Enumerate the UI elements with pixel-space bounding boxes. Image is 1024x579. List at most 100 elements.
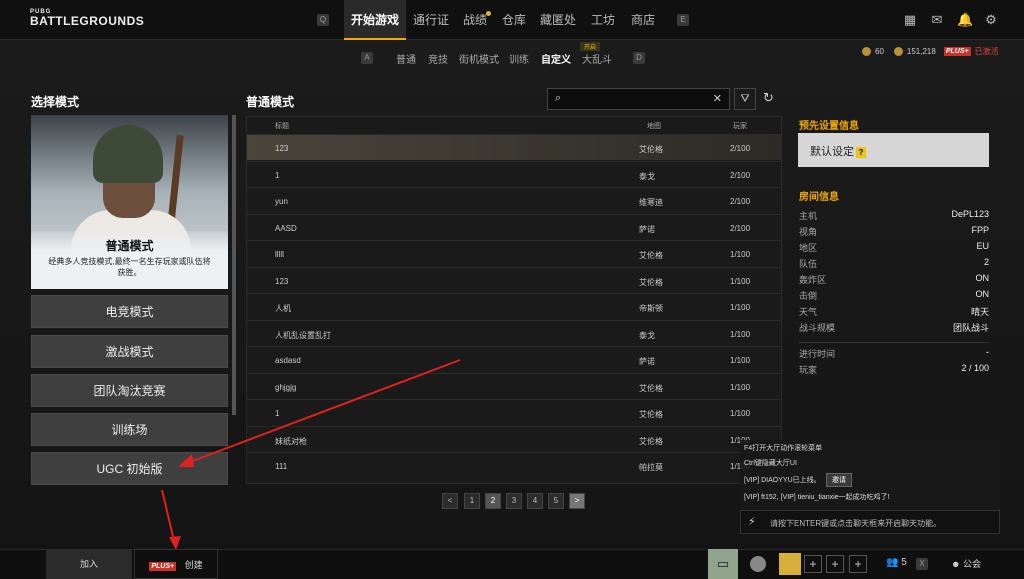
cell-players: 1/100 <box>730 409 751 418</box>
table-row[interactable]: 人机 帝斯顿 1/100 <box>247 293 781 319</box>
mode-esports[interactable]: 电竞模式 <box>31 295 228 328</box>
table-row[interactable]: yun 维寒迪 2/100 <box>247 187 781 213</box>
currency-bar: 60 151,218 PLUS+ 已激活 <box>862 46 999 57</box>
cell-players: 2/100 <box>730 170 751 180</box>
nav-workshop[interactable]: 工坊 <box>588 0 618 40</box>
cell-title: lllll <box>275 250 284 259</box>
add-slot-button[interactable]: + <box>826 555 844 573</box>
info-key: 进行时间 <box>799 349 836 359</box>
plus-status: 已激活 <box>974 47 999 56</box>
invite-button[interactable]: 邀请 <box>826 473 852 487</box>
table-row[interactable]: asdasd 萨诺 1/100 <box>247 346 781 372</box>
info-value: 团队战斗 <box>952 323 989 333</box>
hero-card[interactable]: 普通模式 经典多人竞技模式,最终一名生存玩家或队伍将获胜。 <box>31 115 228 289</box>
create-button[interactable]: PLUS+ 创建 <box>134 549 218 579</box>
users-icon: 👥 <box>886 557 899 568</box>
tab-arcade[interactable]: 街机模式 <box>459 51 499 66</box>
page-1[interactable]: 1 <box>464 493 480 509</box>
nav-store[interactable]: 商店 <box>628 0 658 40</box>
nav-start-game[interactable]: 开始游戏 <box>344 0 406 40</box>
chat-line: F4打开大厅动作滚轮菜单 <box>744 445 823 452</box>
tab-brawl[interactable]: 大乱斗 <box>582 51 612 66</box>
cell-map: 泰戈 <box>639 171 655 181</box>
refresh-icon[interactable]: ↻ <box>763 90 774 106</box>
chat-input[interactable]: ⚡ 请按下ENTER键或点击聊天框来开启聊天功能。 <box>740 510 1000 534</box>
nav-stats[interactable]: 战绩 <box>460 0 490 40</box>
arrow-head <box>169 536 181 550</box>
create-label: 创建 <box>184 560 203 570</box>
coin-icon <box>862 47 871 56</box>
nav-stash[interactable]: 藏匿处 <box>538 0 578 40</box>
table-row[interactable]: 1 艾伦格 1/100 <box>247 399 781 425</box>
tab-training[interactable]: 训练 <box>509 51 529 66</box>
info-value: FPP <box>971 225 989 235</box>
cell-map: 艾伦格 <box>639 277 663 287</box>
table-row[interactable]: lllll 艾伦格 1/100 <box>247 240 781 266</box>
cell-map: 艾伦格 <box>639 145 663 154</box>
bp-amount: 151,218 <box>906 47 936 56</box>
chat-placeholder: 请按下ENTER键或点击聊天框来开启聊天功能。 <box>770 519 942 528</box>
table-row[interactable]: 123 艾伦格 1/100 <box>247 266 781 293</box>
friend-avatar[interactable] <box>779 553 801 575</box>
cell-title: 1 <box>275 409 280 418</box>
cell-title: 人机 <box>275 304 291 313</box>
cell-title: 妹纸对枪 <box>275 436 307 446</box>
room-info-title: 房间信息 <box>799 192 839 203</box>
table-row[interactable]: ghjgjg 艾伦格 1/100 <box>247 372 781 399</box>
preset-box[interactable]: 默认设定? <box>798 133 989 167</box>
page-3[interactable]: 3 <box>506 493 522 509</box>
join-button[interactable]: 加入 <box>46 549 132 579</box>
left-scrollbar[interactable] <box>232 115 236 415</box>
info-value: - <box>986 347 989 357</box>
preset-value: 默认设定 <box>810 146 854 158</box>
table-row[interactable]: 人机乱设置乱打 泰戈 1/100 <box>247 319 781 346</box>
grid-icon[interactable]: ▦ <box>903 13 917 27</box>
cell-players: 1/100 <box>730 303 751 312</box>
nav-inventory[interactable]: 仓库 <box>500 0 528 40</box>
new-badge: 开启 <box>580 42 601 51</box>
bell-icon[interactable]: 🔔 <box>957 13 973 27</box>
search-input[interactable] <box>570 91 710 107</box>
tab-custom[interactable]: 自定义 <box>541 51 571 66</box>
table-row[interactable]: 1 泰戈 2/100 <box>247 160 781 187</box>
add-slot-button[interactable]: + <box>804 555 822 573</box>
cell-title: AASD <box>275 223 297 233</box>
table-row[interactable]: AASD 萨诺 2/100 <box>247 213 781 240</box>
tab-ranked[interactable]: 竞技 <box>428 51 448 66</box>
guild-button[interactable]: ☻ 公会 <box>951 557 981 570</box>
cell-players: 2/100 <box>730 223 751 233</box>
cell-players: 1/100 <box>730 329 751 339</box>
nav-pass[interactable]: 通行证 <box>410 0 452 40</box>
filter-icon: ⛛ <box>740 93 750 105</box>
friends-button[interactable]: 👥 5 <box>886 557 907 568</box>
table-row[interactable]: 111帕拉莫1/100 <box>247 452 781 478</box>
info-value: 2 / 100 <box>961 363 989 373</box>
guild-icon: ☻ <box>951 559 961 569</box>
gear-icon[interactable]: ⚙ <box>984 13 998 27</box>
tab-normal[interactable]: 普通 <box>396 51 416 66</box>
next-page-button[interactable]: > <box>569 493 585 509</box>
cell-players: 1/100 <box>730 276 751 286</box>
clear-icon[interactable]: ✕ <box>713 92 722 105</box>
mail-icon[interactable]: ✉ <box>930 13 944 27</box>
avatar[interactable] <box>750 556 766 572</box>
mode-ugc[interactable]: UGC 初始版 <box>31 452 228 485</box>
mode-training-ground[interactable]: 训练场 <box>31 413 228 446</box>
help-icon[interactable]: ? <box>856 147 866 158</box>
page-4[interactable]: 4 <box>527 493 543 509</box>
mode-team-elimination[interactable]: 团队淘汰竞赛 <box>31 374 228 407</box>
table-row[interactable]: 妹纸对枪艾伦格1/100 <box>247 425 781 452</box>
mode-intense[interactable]: 激战模式 <box>31 335 228 368</box>
filter-button[interactable]: ⛛ <box>734 88 756 110</box>
search-icon: ⌕ <box>555 92 562 104</box>
chat-toggle-icon[interactable]: ▭ <box>708 549 738 579</box>
page-5[interactable]: 5 <box>548 493 564 509</box>
add-slot-button[interactable]: + <box>849 555 867 573</box>
search-box[interactable]: ⌕ ✕ <box>547 88 730 110</box>
page-2[interactable]: 2 <box>485 493 501 509</box>
table-row[interactable]: 123 艾伦格 2/100 <box>247 134 781 160</box>
cell-map: 艾伦格 <box>639 383 663 393</box>
info-value: DePL123 <box>951 209 989 219</box>
prev-page-button[interactable]: < <box>442 493 458 509</box>
plus-badge: PLUS+ <box>943 47 971 56</box>
